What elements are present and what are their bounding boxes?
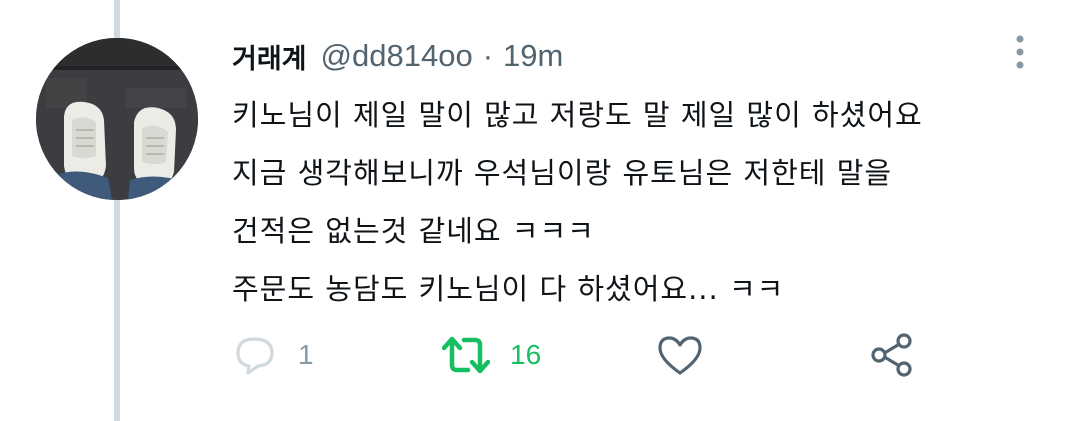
heart-icon <box>658 336 702 375</box>
tweet-text-line: 지금 생각해보니까 우석님이랑 유토님은 저한테 말을 <box>232 156 893 190</box>
share-icon <box>871 333 912 377</box>
like-button[interactable] <box>656 328 704 382</box>
timestamp[interactable]: 19m <box>503 38 563 74</box>
tweet-text-line: 건적은 없는것 같네요 ㅋㅋㅋ <box>232 214 595 248</box>
tweet-text-line: 키노님이 제일 말이 많고 저랑도 말 제일 많이 하셨어요 <box>232 98 923 132</box>
separator-dot: · <box>482 38 494 73</box>
reply-icon <box>236 337 274 375</box>
avatar[interactable] <box>36 38 198 200</box>
tweet-text: 키노님이 제일 말이 많고 저랑도 말 제일 많이 하셨어요 지금 생각해보니까… <box>232 86 1052 318</box>
retweet-count: 16 <box>510 339 542 370</box>
retweet-button[interactable]: 16 <box>442 328 541 382</box>
share-button[interactable] <box>868 328 916 382</box>
tweet-text-line: 주문도 농담도 키노님이 다 하셨어요... ㅋㅋ <box>232 272 785 306</box>
tweet-actions: 1 16 <box>234 328 934 382</box>
more-vertical-icon <box>1016 35 1024 69</box>
more-options-button[interactable] <box>1010 32 1030 72</box>
tweet-header: 거래계 @dd814oo · 19m <box>232 32 563 80</box>
user-handle[interactable]: @dd814oo <box>321 38 473 74</box>
display-name[interactable]: 거래계 <box>232 37 307 76</box>
reply-count: 1 <box>298 339 314 370</box>
reply-button[interactable]: 1 <box>234 328 314 382</box>
avatar-photo <box>36 38 198 200</box>
retweet-icon <box>442 336 490 374</box>
